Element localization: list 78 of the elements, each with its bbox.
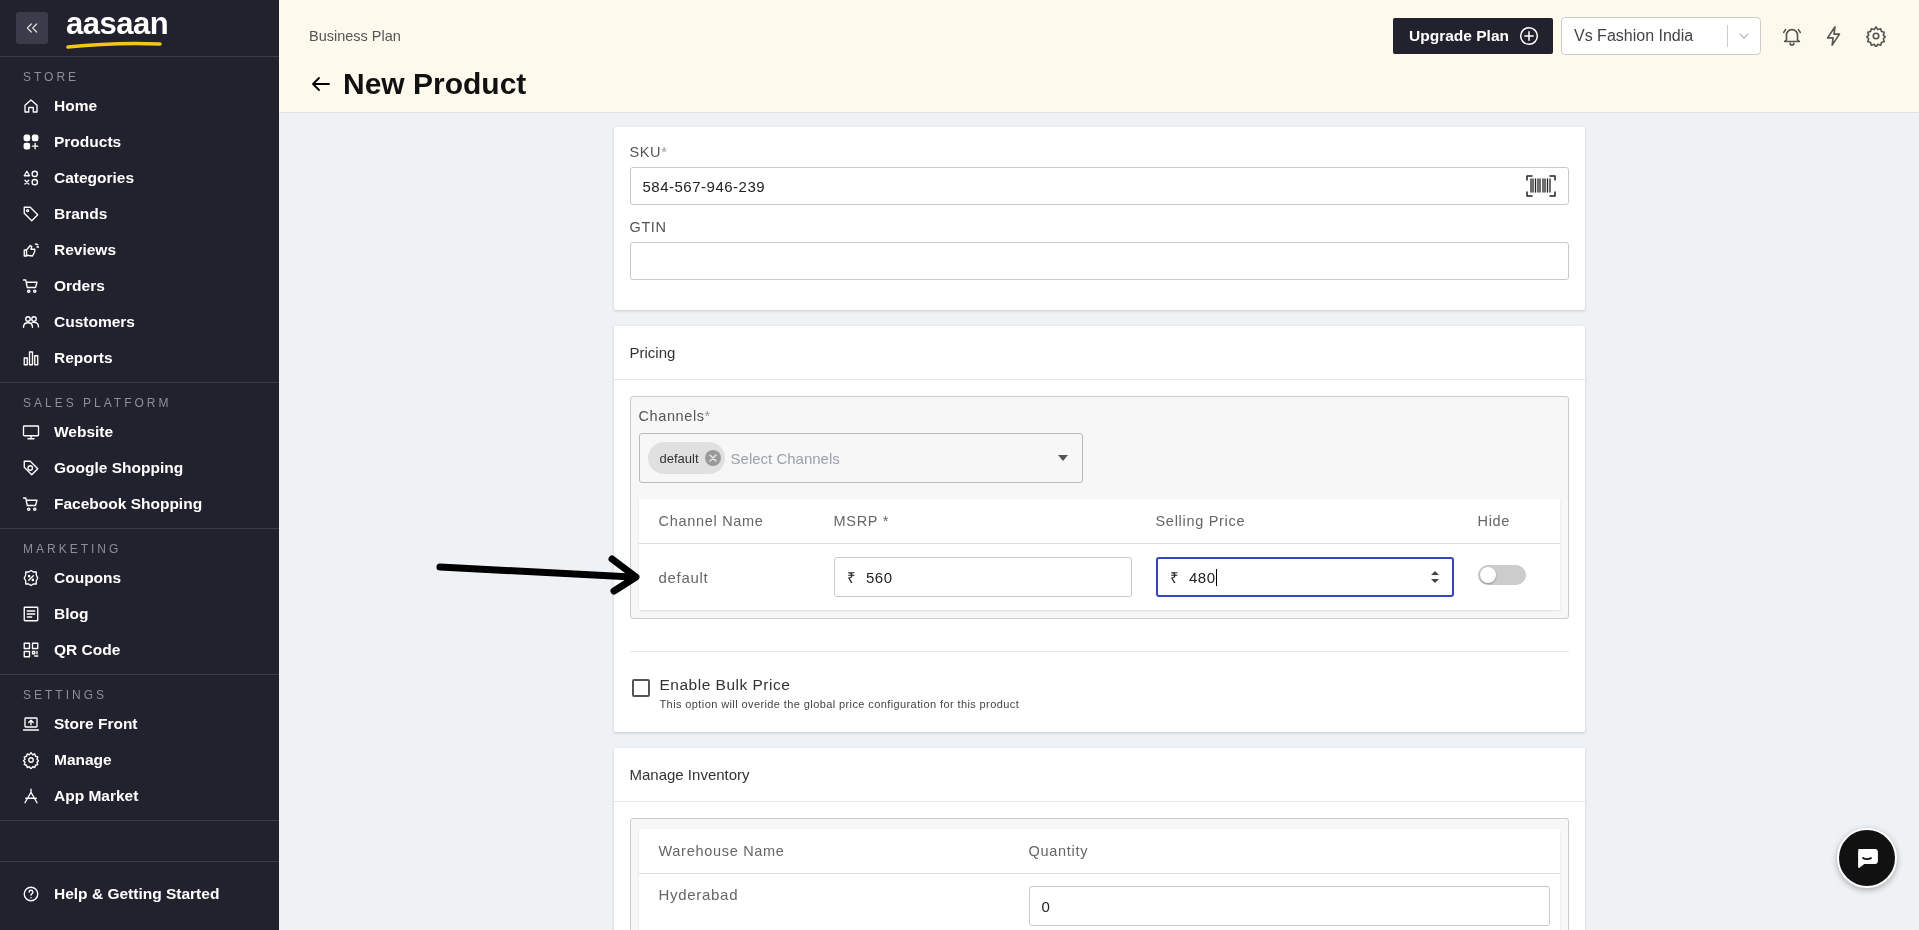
sidebar-item[interactable]: Reports xyxy=(0,340,279,376)
sidebar-item[interactable]: Customers xyxy=(0,304,279,340)
sku-field[interactable]: 584-567-946-239 xyxy=(629,167,1569,205)
sidebar-item[interactable]: Google Shopping xyxy=(0,450,279,486)
table-cell-text: default xyxy=(658,568,710,586)
field-label: GTIN xyxy=(629,219,667,235)
double-chevron-left-icon xyxy=(24,20,40,36)
grid-plus-icon xyxy=(22,133,40,151)
channels-select[interactable]: default Select Channels xyxy=(638,433,1083,483)
field-label: Channels* xyxy=(638,408,711,424)
laptop-icon xyxy=(22,715,40,733)
sidebar-item[interactable]: Products xyxy=(0,124,279,160)
column-header: MSRP * xyxy=(833,513,890,529)
spinner-icon xyxy=(1429,570,1440,584)
qr-code-icon xyxy=(22,641,40,659)
section-title: SALES PLATFORM xyxy=(22,395,173,412)
sidebar-item[interactable]: Manage xyxy=(0,742,279,778)
table-cell-text: Hyderabad xyxy=(658,886,740,903)
coupon-icon xyxy=(22,569,40,587)
column-header: Channel Name xyxy=(658,513,765,529)
gtin-field[interactable] xyxy=(629,242,1569,280)
section-title: SETTINGS xyxy=(22,687,108,704)
selling-price-field[interactable]: ₹ 480 xyxy=(1155,557,1454,597)
column-header: Warehouse Name xyxy=(658,843,786,859)
settings-icon[interactable] xyxy=(1865,25,1887,47)
checkbox-label: Enable Bulk Price xyxy=(659,676,792,694)
help-text: This option will overide the global price configuration for this product xyxy=(659,698,1020,710)
column-header: Selling Price xyxy=(1155,513,1247,529)
swoosh-icon xyxy=(66,40,162,49)
remove-icon xyxy=(704,450,721,466)
monitor-icon xyxy=(22,423,40,441)
msrp-field[interactable]: ₹ 560 xyxy=(833,557,1132,597)
question-circle-icon xyxy=(22,885,40,903)
sidebar-item[interactable]: Website xyxy=(0,414,279,450)
breadcrumb: Business Plan xyxy=(309,28,402,44)
sidebar-item[interactable]: Brands xyxy=(0,196,279,232)
document-icon xyxy=(22,605,40,623)
users-icon xyxy=(22,313,40,331)
logo: aasaan xyxy=(66,7,169,39)
settings-icon xyxy=(22,751,40,769)
bar-chart-icon xyxy=(22,349,40,367)
sidebar-item[interactable]: Categories xyxy=(0,160,279,196)
home-icon xyxy=(22,97,40,115)
sidebar-item[interactable]: Blog xyxy=(0,596,279,632)
sidebar-item[interactable]: Facebook Shopping xyxy=(0,486,279,522)
channel-chip[interactable]: default xyxy=(647,442,725,474)
section-title: STORE xyxy=(22,69,81,86)
cart-icon xyxy=(22,495,40,513)
thumbs-up-icon xyxy=(22,241,40,259)
sidebar-item[interactable]: Store Front xyxy=(0,706,279,742)
plus-circle-icon xyxy=(1519,26,1539,46)
sidebar-item[interactable]: Orders xyxy=(0,268,279,304)
compass-tool-icon xyxy=(22,787,40,805)
quantity-field[interactable]: 0 xyxy=(1028,886,1550,926)
sidebar-item[interactable]: Reviews xyxy=(0,232,279,268)
tag-icon xyxy=(22,459,40,477)
store-select[interactable]: Vs Fashion India xyxy=(1561,17,1761,55)
sidebar-item[interactable]: Help & Getting Started xyxy=(0,876,279,912)
shapes-icon xyxy=(22,169,40,187)
sidebar-item[interactable]: Coupons xyxy=(0,560,279,596)
column-header: Quantity xyxy=(1028,843,1090,859)
section-title: Pricing xyxy=(613,326,1585,380)
collapse-button[interactable] xyxy=(16,12,48,44)
sidebar-item[interactable]: Home xyxy=(0,88,279,124)
tag-icon xyxy=(22,205,40,223)
field-label: SKU* xyxy=(629,144,668,160)
page-title: New Product xyxy=(343,67,527,101)
hide-toggle[interactable] xyxy=(1477,565,1526,585)
barcode-icon xyxy=(1525,175,1556,197)
checkbox[interactable] xyxy=(631,679,650,697)
upgrade-plan-button[interactable]: Upgrade Plan xyxy=(1393,18,1553,54)
sidebar-item[interactable]: QR Code xyxy=(0,632,279,668)
section-title: MARKETING xyxy=(22,541,123,558)
dropdown-caret-icon xyxy=(1057,455,1068,461)
sidebar-item[interactable]: App Market xyxy=(0,778,279,814)
section-title: Manage Inventory xyxy=(613,748,1585,802)
column-header: Hide xyxy=(1477,513,1512,529)
cart-icon xyxy=(22,277,40,295)
